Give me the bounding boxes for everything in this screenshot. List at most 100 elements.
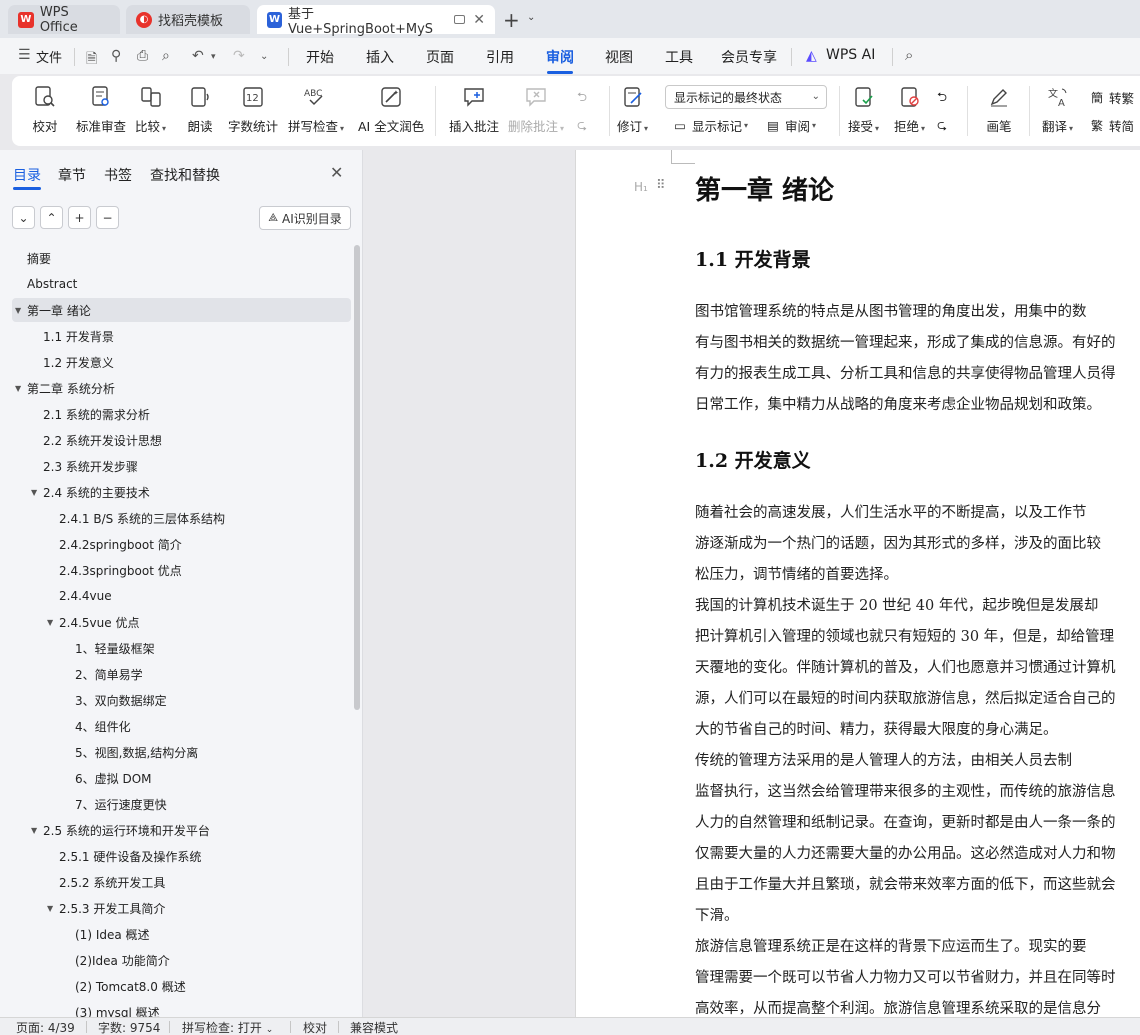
expand-arrow-icon[interactable]: ▼	[31, 826, 43, 835]
toc-item[interactable]: 2.4.1 B/S 系统的三层体系结构	[12, 506, 351, 530]
print-icon[interactable]: ⎙	[137, 48, 148, 64]
insert-comment-button[interactable]: 插入批注	[449, 76, 499, 146]
toc-item[interactable]: 2.1 系统的需求分析	[12, 402, 351, 426]
close-icon[interactable]: ✕	[330, 163, 343, 182]
toc-item[interactable]: Abstract	[12, 272, 351, 296]
menu-wps-ai[interactable]: WPS AI	[826, 47, 875, 63]
tab-current-document[interactable]: W 基于Vue+SpringBoot+MyS ✕	[257, 5, 495, 37]
compare-button[interactable]: 比较 ▾	[135, 76, 166, 146]
nav-tab-bookmarks[interactable]: 书签	[104, 165, 132, 185]
ai-recognize-toc-button[interactable]: ⟁ AI识别目录	[259, 206, 351, 230]
spell-check-button[interactable]: ABC 拼写检查 ▾	[288, 76, 344, 146]
expand-arrow-icon[interactable]: ▼	[15, 384, 27, 393]
toc-item[interactable]: (2) Tomcat8.0 概述	[12, 974, 351, 998]
add-heading-button[interactable]: +	[68, 206, 91, 229]
pen-button[interactable]: 画笔	[986, 76, 1012, 146]
search-icon[interactable]: ⌕	[905, 46, 913, 64]
proofread-status[interactable]: 校对	[303, 1019, 327, 1035]
nav-tab-toc[interactable]: 目录	[13, 165, 41, 185]
track-changes-button[interactable]: 修订 ▾	[617, 76, 648, 146]
toc-item[interactable]: 摘要	[12, 246, 351, 270]
markup-display-select[interactable]: 显示标记的最终状态 ⌄	[665, 85, 827, 109]
toc-item[interactable]: (1) Idea 概述	[12, 922, 351, 946]
undo-dropdown-icon[interactable]: ▾	[211, 52, 216, 62]
toc-item[interactable]: 2.3 系统开发步骤	[12, 454, 351, 478]
undo-icon[interactable]: ↶	[192, 48, 204, 64]
previous-comment-icon[interactable]: ⮌	[577, 88, 587, 109]
new-tab-plus-icon[interactable]: +	[503, 8, 520, 32]
drag-handle-icon[interactable]: ⠿	[656, 178, 665, 193]
nav-tab-find-replace[interactable]: 查找和替换	[150, 165, 220, 185]
toc-item[interactable]: 2.4.4vue	[12, 584, 351, 608]
link-icon[interactable]: ⚲	[111, 48, 121, 64]
menu-member[interactable]: 会员专享	[721, 47, 777, 67]
toc-item[interactable]: 2.5.2 系统开发工具	[12, 870, 351, 894]
nav-tab-chapters[interactable]: 章节	[58, 165, 86, 185]
show-markup-button[interactable]: ▭ 显示标记 ▾	[671, 116, 748, 135]
menu-review[interactable]: 审阅	[546, 47, 574, 67]
word-count-indicator[interactable]: 字数: 9754	[98, 1019, 160, 1035]
expand-arrow-icon[interactable]: ▼	[31, 488, 43, 497]
monitor-icon[interactable]	[453, 15, 466, 24]
toc-item[interactable]: ▼ 2.4 系统的主要技术	[12, 480, 351, 504]
toc-item[interactable]: 3、双向数据绑定	[12, 688, 351, 712]
toc-item[interactable]: ▼ 2.5.3 开发工具简介	[12, 896, 351, 920]
expand-arrow-icon[interactable]: ▼	[47, 904, 59, 913]
remove-heading-button[interactable]: −	[96, 206, 119, 229]
to-traditional-button[interactable]: 簡 转繁	[1088, 88, 1134, 107]
scrollbar[interactable]	[354, 245, 360, 710]
chevron-down-icon[interactable]: ⌄	[260, 51, 268, 62]
expand-all-button[interactable]: ⌄	[12, 206, 35, 229]
toc-item[interactable]: 4、组件化	[12, 714, 351, 738]
toc-item[interactable]: 2.5.1 硬件设备及操作系统	[12, 844, 351, 868]
menu-insert[interactable]: 插入	[366, 47, 394, 67]
redo-icon[interactable]: ↷	[233, 48, 245, 64]
word-count-button[interactable]: 12 字数统计	[228, 76, 278, 146]
toc-item[interactable]: ▼ 第二章 系统分析	[12, 376, 351, 400]
expand-arrow-icon[interactable]: ▼	[15, 306, 27, 315]
toc-item[interactable]: 7、运行速度更快	[12, 792, 351, 816]
ai-polish-button[interactable]: ✦ AI 全文润色	[358, 76, 424, 146]
toc-item[interactable]: ▼ 2.4.5vue 优点	[12, 610, 351, 634]
toc-item[interactable]: 2.4.3springboot 优点	[12, 558, 351, 582]
review-pane-button[interactable]: ▤ 审阅 ▾	[764, 116, 816, 135]
save-icon[interactable]: 🗎	[86, 48, 97, 72]
close-icon[interactable]: ✕	[473, 12, 485, 28]
tab-docer-templates[interactable]: ◐ 找稻壳模板	[126, 5, 250, 34]
toc-item[interactable]: 2.4.2springboot 简介	[12, 532, 351, 556]
spell-check-status[interactable]: 拼写检查: 打开 ⌄	[182, 1019, 273, 1035]
chevron-down-icon[interactable]: ⌄	[527, 12, 535, 23]
toc-item[interactable]: 6、虚拟 DOM	[12, 766, 351, 790]
translate-button[interactable]: 文A 翻译 ▾	[1042, 76, 1073, 146]
toc-item[interactable]: (3) mysql 概述	[12, 1000, 351, 1018]
to-simplified-button[interactable]: 繁 转简	[1088, 116, 1134, 135]
hamburger-menu-icon[interactable]: ☰	[18, 47, 31, 63]
tab-wps-office[interactable]: W WPS Office	[8, 5, 120, 35]
delete-comment-button[interactable]: 删除批注 ▾	[508, 76, 564, 146]
toc-item[interactable]: 2.2 系统开发设计思想	[12, 428, 351, 452]
menu-view[interactable]: 视图	[605, 47, 633, 67]
page-indicator[interactable]: 页面: 4/39	[16, 1019, 75, 1035]
toc-item[interactable]: 2、简单易学	[12, 662, 351, 686]
standard-review-button[interactable]: 标准审查	[76, 76, 126, 146]
read-aloud-button[interactable]: 朗读	[187, 76, 213, 146]
reject-button[interactable]: 拒绝 ▾	[894, 76, 925, 146]
expand-arrow-icon[interactable]: ▼	[47, 618, 59, 627]
print-preview-icon[interactable]: ⌕	[162, 48, 170, 64]
menu-reference[interactable]: 引用	[486, 47, 514, 67]
toc-item[interactable]: ▼ 第一章 绪论	[12, 298, 351, 322]
menu-tools[interactable]: 工具	[665, 47, 693, 67]
menu-page[interactable]: 页面	[426, 47, 454, 67]
toc-item[interactable]: (2)Idea 功能简介	[12, 948, 351, 972]
previous-change-icon[interactable]: ⮌	[937, 88, 947, 109]
toc-item[interactable]: ▼ 2.5 系统的运行环境和开发平台	[12, 818, 351, 842]
toc-item[interactable]: 5、视图,数据,结构分离	[12, 740, 351, 764]
document-page[interactable]: H₁ ⠿ 第一章 绪论 1.1 开发背景 图书馆管理系统的特点是从图书管理的角度…	[575, 150, 1140, 1017]
menu-start[interactable]: 开始	[306, 47, 334, 67]
next-comment-icon[interactable]: ⮎	[577, 116, 587, 137]
toc-item[interactable]: 1.1 开发背景	[12, 324, 351, 348]
collapse-all-button[interactable]: ⌃	[40, 206, 63, 229]
accept-button[interactable]: 接受 ▾	[848, 76, 879, 146]
proofread-button[interactable]: 校对	[32, 76, 58, 146]
toc-item[interactable]: 1、轻量级框架	[12, 636, 351, 660]
